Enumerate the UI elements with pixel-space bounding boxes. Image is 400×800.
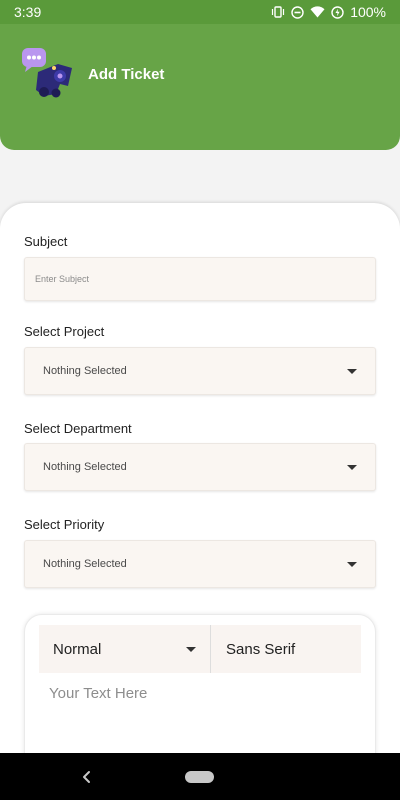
system-navigation-bar xyxy=(0,753,400,800)
project-select[interactable]: Nothing Selected xyxy=(24,347,376,395)
project-select-value: Nothing Selected xyxy=(43,365,127,377)
subject-field[interactable] xyxy=(24,257,376,301)
battery-charging-icon xyxy=(331,5,344,19)
editor-text-area[interactable]: Your Text Here xyxy=(39,673,361,763)
status-bar: 3:39 100% xyxy=(0,0,400,24)
status-icons: 100% xyxy=(271,4,386,20)
app-header: Add Ticket xyxy=(0,24,400,150)
subject-label: Subject xyxy=(24,234,68,249)
back-icon[interactable] xyxy=(80,768,94,786)
rich-text-editor: Normal Sans Serif Your Text Here xyxy=(24,614,376,774)
department-label: Select Department xyxy=(24,421,132,436)
department-select[interactable]: Nothing Selected xyxy=(24,443,376,491)
priority-select-value: Nothing Selected xyxy=(43,558,127,570)
priority-label: Select Priority xyxy=(24,517,105,532)
ticket-robot-logo xyxy=(22,48,72,98)
do-not-disturb-icon xyxy=(291,5,304,19)
chevron-down-icon xyxy=(347,464,357,470)
status-time: 3:39 xyxy=(14,4,42,20)
priority-select[interactable]: Nothing Selected xyxy=(24,540,376,588)
chevron-down-icon xyxy=(186,646,196,652)
wifi-icon xyxy=(310,6,325,18)
chevron-down-icon xyxy=(347,368,357,374)
font-family-select[interactable]: Sans Serif xyxy=(211,641,295,658)
subject-input[interactable] xyxy=(25,258,375,300)
editor-placeholder: Your Text Here xyxy=(49,685,148,702)
paragraph-format-value: Normal xyxy=(53,640,102,658)
editor-toolbar: Normal Sans Serif xyxy=(39,625,361,673)
page-title: Add Ticket xyxy=(88,66,165,83)
project-label: Select Project xyxy=(24,324,105,339)
chevron-down-icon xyxy=(347,561,357,567)
paragraph-format-select[interactable]: Normal xyxy=(39,625,211,673)
department-select-value: Nothing Selected xyxy=(43,461,127,473)
home-pill-icon[interactable] xyxy=(185,771,214,783)
vibrate-icon xyxy=(272,6,285,18)
battery-percentage: 100% xyxy=(350,4,386,20)
